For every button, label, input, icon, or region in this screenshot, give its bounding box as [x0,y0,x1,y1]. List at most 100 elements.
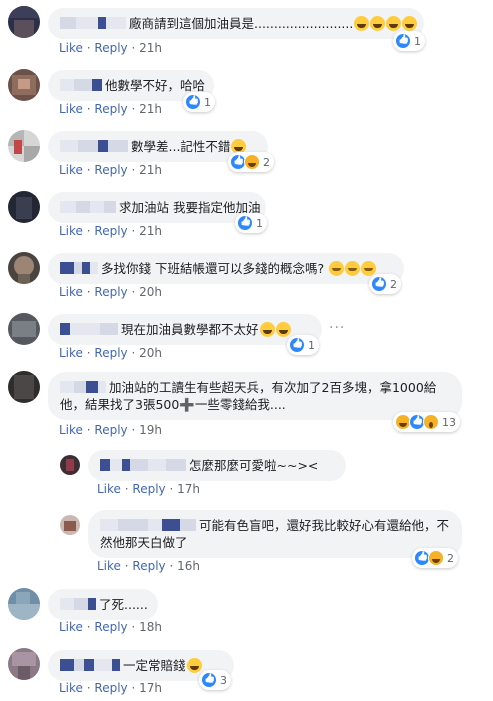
avatar[interactable] [8,371,40,403]
like-link[interactable]: Like [59,285,83,299]
redacted-commenter-name[interactable] [100,459,186,471]
comment-actions: Like · Reply · 21h [59,163,163,177]
haha-emoji [275,322,291,337]
like-link[interactable]: Like [59,163,83,177]
haha-emoji [386,16,402,31]
redacted-commenter-name[interactable] [60,79,102,91]
haha-emoji [186,658,202,673]
like-link[interactable]: Like [59,346,83,360]
comment-bubble: 求加油站 我要指定他加油 [48,192,266,223]
timestamp[interactable]: 19h [139,423,162,437]
comment-bubble: 廠商請到這個加油員是......................... [48,8,424,39]
comment-text: 一定常賠錢 [123,658,186,673]
reaction-summary[interactable]: 1 [183,92,215,112]
timestamp[interactable]: 16h [177,559,200,573]
reaction-summary[interactable]: 13 [393,412,460,432]
like-link[interactable]: Like [59,681,83,695]
reply-link[interactable]: Reply [94,285,127,299]
reaction-summary[interactable]: 1 [235,213,267,233]
like-link[interactable]: Like [59,423,83,437]
reply-link[interactable]: Reply [94,224,127,238]
comment-text: 求加油站 我要指定他加油 [119,200,261,215]
smile-emoji [345,261,361,276]
reaction-summary[interactable]: 2 [228,152,274,172]
reaction-summary[interactable]: 1 [287,335,319,355]
avatar[interactable] [8,6,40,38]
reaction-count: 2 [447,551,454,565]
like-link[interactable]: Like [59,102,83,116]
smile-emoji [329,261,345,276]
reply-link[interactable]: Reply [94,620,127,634]
comment-text: 數學差...記性不錯 [131,139,231,154]
like-reaction-icon [371,276,387,292]
reply-link[interactable]: Reply [94,681,127,695]
reply-link[interactable]: Reply [132,559,165,573]
comment-bubble: 可能有色盲吧，還好我比較好心有還給他，不然他那天白做了 [88,510,462,558]
like-link[interactable]: Like [59,224,83,238]
reaction-count: 1 [414,34,421,48]
reaction-count: 1 [308,338,315,352]
timestamp[interactable]: 18h [139,620,162,634]
reaction-count: 1 [256,216,263,230]
timestamp[interactable]: 20h [139,285,162,299]
avatar[interactable] [60,455,80,475]
avatar[interactable] [8,191,40,223]
redacted-commenter-name[interactable] [60,201,116,213]
timestamp[interactable]: 21h [139,224,162,238]
comment-text: 了死...... [99,597,148,612]
haha-emoji [370,16,386,31]
reply-link[interactable]: Reply [94,102,127,116]
reaction-summary[interactable]: 3 [199,670,231,690]
timestamp[interactable]: 17h [139,681,162,695]
reaction-summary[interactable]: 1 [393,31,425,51]
redacted-commenter-name[interactable] [60,598,96,610]
comment-actions: Like · Reply · 16h [97,559,201,573]
reaction-count: 13 [442,415,456,429]
reaction-count: 1 [204,95,211,109]
reply-link[interactable]: Reply [94,163,127,177]
avatar[interactable] [8,130,40,162]
comment-bubble: 了死...... [48,589,158,620]
timestamp[interactable]: 20h [139,346,162,360]
redacted-commenter-name[interactable] [60,323,118,335]
timestamp[interactable]: 21h [139,102,162,116]
reply-link[interactable]: Reply [94,423,127,437]
redacted-commenter-name[interactable] [100,519,196,531]
haha-emoji [354,16,370,31]
haha-reaction-icon [244,154,260,170]
reply-link[interactable]: Reply [94,346,127,360]
timestamp[interactable]: 21h [139,41,162,55]
avatar[interactable] [8,69,40,101]
reply-link[interactable]: Reply [132,482,165,496]
like-link[interactable]: Like [59,41,83,55]
reply-link[interactable]: Reply [94,41,127,55]
reaction-count: 2 [263,155,270,169]
haha-emoji [259,322,275,337]
comment-actions: Like · Reply · 21h [59,224,163,238]
avatar[interactable] [8,313,40,345]
reaction-summary[interactable]: 2 [369,274,401,294]
comment-text: 現在加油員數學都不太好 [121,322,259,337]
avatar[interactable] [8,648,40,680]
redacted-commenter-name[interactable] [60,17,126,29]
timestamp[interactable]: 17h [177,482,200,496]
redacted-commenter-name[interactable] [60,140,128,152]
comment-text: 加油站的工讀生有些超天兵，有次加了2百多塊，拿1000給他，結果找了3張500➕… [60,380,437,412]
reaction-summary[interactable]: 2 [412,548,458,568]
avatar[interactable] [8,252,40,284]
avatar[interactable] [60,515,80,535]
comment-actions: Like · Reply · 21h [59,41,163,55]
redacted-commenter-name[interactable] [60,381,106,393]
like-link[interactable]: Like [59,620,83,634]
reaction-count: 3 [220,673,227,687]
like-reaction-icon [395,33,411,49]
redacted-commenter-name[interactable] [60,659,120,671]
like-link[interactable]: Like [97,559,121,573]
like-link[interactable]: Like [97,482,121,496]
comment-actions: Like · Reply · 20h [59,285,163,299]
comment-actions: Like · Reply · 18h [59,620,163,634]
avatar[interactable] [8,588,40,620]
more-options-icon[interactable]: ··· [329,320,345,336]
redacted-commenter-name[interactable] [60,262,98,274]
timestamp[interactable]: 21h [139,163,162,177]
